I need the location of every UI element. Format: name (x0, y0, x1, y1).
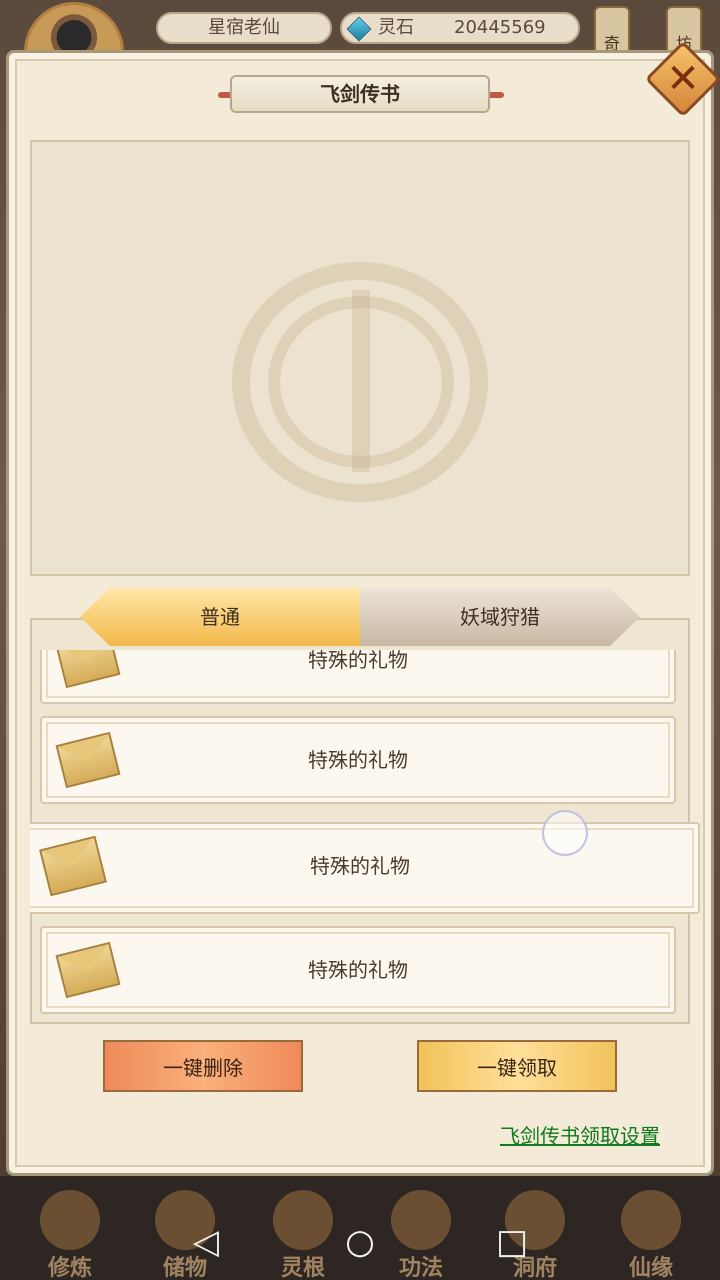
nav-cultivate[interactable]: 修炼 (25, 1190, 115, 1280)
delete-all-button[interactable]: 一键删除 (103, 1040, 303, 1092)
mail-list[interactable]: 特殊的礼物 特殊的礼物 特殊的礼物 特殊的礼物 (30, 650, 700, 1020)
mail-item-selected[interactable]: 特殊的礼物 (30, 822, 700, 914)
mail-item[interactable]: 特殊的礼物 (40, 650, 676, 704)
mail-claim-settings-link[interactable]: 飞剑传书领取设置 (500, 1120, 660, 1149)
close-icon[interactable]: ✕ (656, 52, 710, 106)
fate-icon (621, 1190, 681, 1250)
mail-item-title: 特殊的礼物 (308, 650, 408, 672)
touch-indicator (542, 810, 588, 856)
nav-label: 修炼 (47, 1256, 92, 1280)
back-icon[interactable]: ◁ (186, 1222, 226, 1262)
tab-demon-hunt[interactable]: 妖域狩猎 (360, 588, 640, 646)
spirit-stone-label: 灵石 (378, 17, 414, 38)
nav-technique[interactable]: 功法 (376, 1190, 466, 1280)
mail-item[interactable]: 特殊的礼物 (40, 926, 676, 1014)
home-icon[interactable]: ○ (340, 1222, 380, 1262)
tab-normal[interactable]: 普通 (80, 588, 360, 646)
mail-item-title: 特殊的礼物 (308, 958, 408, 982)
spirit-stone-value: 20445569 (454, 17, 546, 38)
dialog-title: 飞剑传书 (230, 75, 490, 113)
cultivate-icon (40, 1190, 100, 1250)
mail-item-title: 特殊的礼物 (308, 748, 408, 772)
claim-all-button[interactable]: 一键领取 (417, 1040, 617, 1092)
player-name: 星宿老仙 (156, 12, 332, 44)
spirit-stone-counter: 灵石 20445569 (340, 12, 580, 44)
mail-item[interactable]: 特殊的礼物 (40, 716, 676, 804)
mail-item-title: 特殊的礼物 (310, 854, 410, 878)
nav-label: 功法 (398, 1256, 443, 1280)
nav-label: 灵根 (280, 1256, 325, 1280)
nav-spirit-root[interactable]: 灵根 (258, 1190, 348, 1280)
nav-label: 仙缘 (628, 1256, 673, 1280)
spirit-root-icon (273, 1190, 333, 1250)
spirit-stone-icon (346, 16, 372, 42)
nav-fate[interactable]: 仙缘 (606, 1190, 696, 1280)
top-status-bar: 星宿老仙 灵石 20445569 奇 坊 (0, 0, 720, 62)
cloud-emblem-bar (352, 290, 370, 472)
technique-icon (391, 1190, 451, 1250)
recents-icon[interactable]: □ (492, 1222, 532, 1262)
